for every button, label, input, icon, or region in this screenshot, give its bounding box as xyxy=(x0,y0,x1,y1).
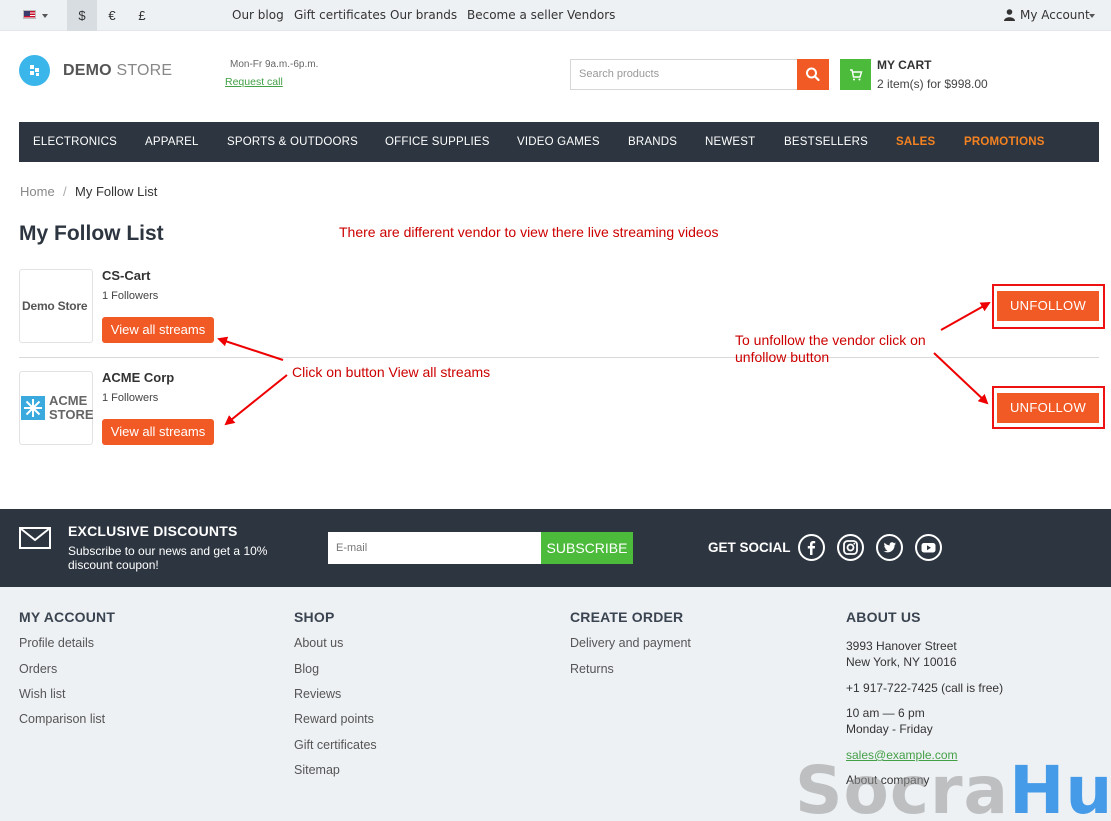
footer-hours: 10 am — 6 pm xyxy=(846,706,925,720)
footer-link-reviews[interactable]: Reviews xyxy=(294,687,341,701)
watermark-part1: Socra xyxy=(795,752,1010,821)
social-title: GET SOCIAL xyxy=(708,540,791,555)
footer-address-line1: 3993 Hanover Street xyxy=(846,639,957,653)
footer-link-about-us[interactable]: About us xyxy=(294,636,343,650)
envelope-icon xyxy=(19,527,51,549)
footer-link-delivery[interactable]: Delivery and payment xyxy=(570,636,691,650)
instagram-icon[interactable] xyxy=(837,534,864,561)
watermark: SocraHub xyxy=(795,752,1111,821)
footer-phone: +1 917-722-7425 (call is free) xyxy=(846,681,1004,695)
footer-link-blog[interactable]: Blog xyxy=(294,662,319,676)
footer-heading-my-account: MY ACCOUNT xyxy=(19,609,116,625)
page-root: $ € £ Our blog Gift certificates Our bra… xyxy=(0,0,1111,821)
footer-heading-create-order: CREATE ORDER xyxy=(570,609,684,625)
footer-address-line2: New York, NY 10016 xyxy=(846,655,957,669)
footer-heading-shop: SHOP xyxy=(294,609,335,625)
footer-link-reward-points[interactable]: Reward points xyxy=(294,712,374,726)
footer-link-sitemap[interactable]: Sitemap xyxy=(294,763,340,777)
subscribe-button[interactable]: SUBSCRIBE xyxy=(541,532,633,564)
footer-link-gift-certificates[interactable]: Gift certificates xyxy=(294,738,377,752)
footer-link-comparison[interactable]: Comparison list xyxy=(19,712,105,726)
footer-link-profile[interactable]: Profile details xyxy=(19,636,94,650)
facebook-icon[interactable] xyxy=(798,534,825,561)
footer-link-returns[interactable]: Returns xyxy=(570,662,614,676)
footer-link-orders[interactable]: Orders xyxy=(19,662,57,676)
footer-link-wishlist[interactable]: Wish list xyxy=(19,687,66,701)
footer-heading-about-us: ABOUT US xyxy=(846,609,921,625)
newsletter-subtitle: Subscribe to our news and get a 10% disc… xyxy=(68,544,268,572)
watermark-part2: Hub xyxy=(1009,752,1111,821)
newsletter-email-input[interactable]: E-mail xyxy=(328,532,541,564)
youtube-icon[interactable] xyxy=(915,534,942,561)
twitter-icon[interactable] xyxy=(876,534,903,561)
footer-days: Monday - Friday xyxy=(846,722,933,736)
newsletter-title: EXCLUSIVE DISCOUNTS xyxy=(68,523,238,539)
